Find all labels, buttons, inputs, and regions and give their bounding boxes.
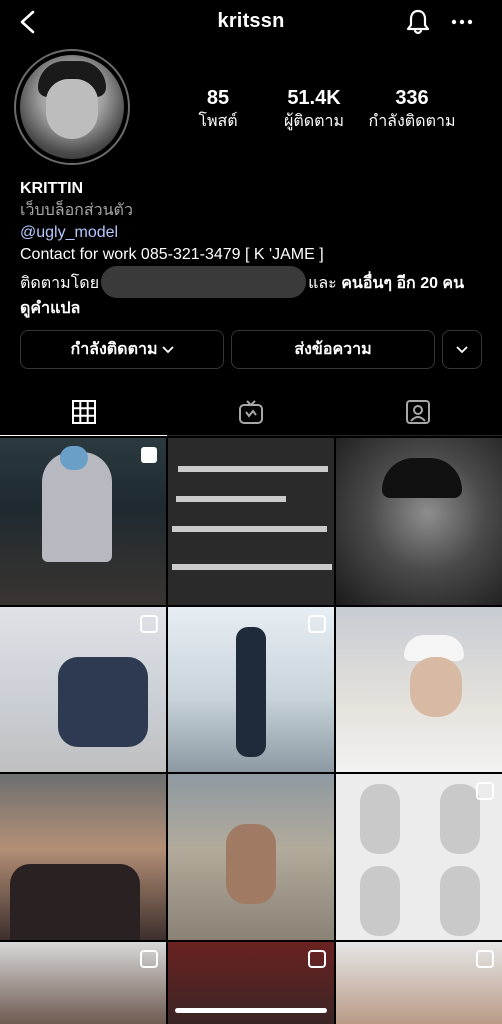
- post-thumbnail[interactable]: [0, 774, 166, 940]
- chevron-down-icon: [456, 345, 468, 353]
- post-thumbnail[interactable]: [168, 438, 334, 605]
- multiple-photos-icon: [308, 615, 326, 633]
- post-thumbnail[interactable]: [0, 942, 166, 1024]
- following-number: 336: [395, 87, 429, 109]
- bell-icon[interactable]: [404, 8, 432, 36]
- chevron-down-icon: [161, 345, 174, 353]
- multiple-photos-icon: [140, 615, 158, 633]
- post-thumbnail[interactable]: [336, 607, 502, 772]
- more-options-icon[interactable]: [450, 12, 474, 32]
- suggested-accounts-button[interactable]: [442, 330, 482, 369]
- mention-link[interactable]: @ugly_model: [20, 222, 490, 244]
- multiple-photos-icon: [476, 782, 494, 800]
- followed-by[interactable]: ติดตามโดย และ คนอื่นๆ อีก 20 คน: [20, 266, 490, 298]
- following-button[interactable]: กำลังติดตาม: [20, 330, 224, 369]
- posts-number: 85: [206, 87, 230, 109]
- following-label: กำลังติดตาม: [368, 113, 456, 130]
- followed-by-and: และ: [308, 275, 342, 292]
- multiple-photos-icon: [140, 950, 158, 968]
- igtv-icon: [238, 400, 263, 424]
- posts-label: โพสต์: [198, 113, 238, 130]
- post-thumbnail[interactable]: [0, 607, 166, 772]
- multiple-photos-icon: [308, 950, 326, 968]
- tab-posts-grid[interactable]: [0, 388, 167, 436]
- posts-count: 85 โพสต์: [168, 86, 268, 132]
- post-thumbnail[interactable]: [0, 438, 166, 605]
- profile-tabs: [0, 388, 502, 436]
- avatar-photo: [20, 55, 124, 159]
- followers-count[interactable]: 51.4K ผู้ติดตาม: [264, 86, 364, 132]
- following-count[interactable]: 336 กำลังติดตาม: [362, 86, 462, 132]
- grid-icon: [71, 399, 96, 424]
- photo-grid: [0, 438, 502, 1024]
- display-name: KRITTIN: [20, 180, 84, 197]
- tab-igtv[interactable]: [167, 388, 334, 436]
- post-thumbnail[interactable]: [168, 774, 334, 940]
- message-button-label: ส่งข้อความ: [294, 341, 372, 358]
- tab-tagged[interactable]: [334, 388, 501, 436]
- multiple-photos-icon: [141, 447, 157, 463]
- blurred-names: [101, 266, 307, 298]
- followers-label: ผู้ติดตาม: [283, 113, 345, 130]
- profile-bio: KRITTIN เว็บบล็อกส่วนตัว @ugly_model Con…: [20, 178, 490, 320]
- home-indicator: [175, 1008, 327, 1013]
- message-button[interactable]: ส่งข้อความ: [231, 330, 435, 369]
- post-thumbnail[interactable]: [168, 607, 334, 772]
- post-thumbnail[interactable]: [336, 438, 502, 605]
- following-button-label: กำลังติดตาม: [70, 341, 158, 358]
- followed-by-others: คนอื่นๆ อีก 20 คน: [341, 275, 465, 292]
- see-translation-link[interactable]: ดูคำแปล: [20, 298, 490, 320]
- contact-text: Contact for work 085-321-3479 [ K 'JAME …: [20, 246, 324, 263]
- tagged-icon: [405, 400, 430, 424]
- profile-category: เว็บบล็อกส่วนตัว: [20, 202, 133, 219]
- profile-avatar[interactable]: [14, 49, 130, 165]
- top-bar: kritssn: [0, 0, 502, 44]
- post-thumbnail[interactable]: [336, 942, 502, 1024]
- multiple-photos-icon: [476, 950, 494, 968]
- post-thumbnail[interactable]: [336, 774, 502, 940]
- followers-number: 51.4K: [287, 87, 341, 109]
- followed-by-prefix: ติดตามโดย: [20, 275, 100, 292]
